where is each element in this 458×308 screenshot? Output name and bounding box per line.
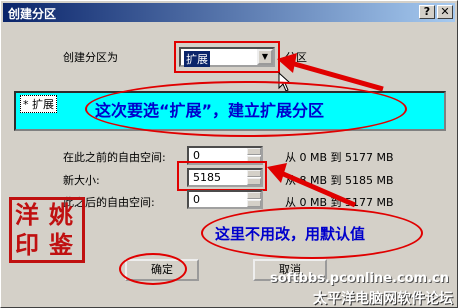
spin-up-icon[interactable] bbox=[247, 192, 261, 199]
highlight-ellipse-ok bbox=[119, 253, 187, 285]
spin-up-icon[interactable] bbox=[247, 148, 261, 155]
window-title: 创建分区 bbox=[8, 7, 57, 21]
create-partition-dialog: 创建分区 ? ✕ 创建分区为 扩展 ▼ 分区 * 扩展 这次要选“扩展”，建立扩… bbox=[0, 0, 458, 308]
close-button[interactable]: ✕ bbox=[437, 5, 453, 19]
spin-down-icon[interactable] bbox=[247, 200, 261, 207]
free-after-stepper[interactable]: 0 bbox=[187, 190, 263, 209]
seal-stamp: 洋 姚 印 鉴 bbox=[9, 197, 85, 263]
new-size-label: 新大小: bbox=[63, 174, 100, 187]
title-bar: 创建分区 ? ✕ bbox=[3, 3, 455, 22]
red-arrow-2 bbox=[267, 163, 356, 208]
list-item[interactable]: * 扩展 bbox=[20, 95, 57, 113]
highlight-box-size bbox=[177, 161, 267, 191]
create-as-label: 创建分区为 bbox=[63, 51, 118, 64]
free-before-label: 在此之前的自由空间: bbox=[63, 151, 166, 164]
annotation-extend: 这次要选“扩展”，建立扩展分区 bbox=[95, 101, 325, 120]
watermark-forum: 太平洋电脑网软件论坛 bbox=[313, 291, 453, 307]
watermark-site: softbbs.pconline.com.cn bbox=[269, 271, 449, 286]
help-button[interactable]: ? bbox=[419, 5, 435, 19]
annotation-default: 这里不用改，用默认值 bbox=[215, 225, 366, 243]
highlight-box-combo bbox=[174, 41, 280, 73]
free-after-value: 0 bbox=[193, 193, 200, 206]
